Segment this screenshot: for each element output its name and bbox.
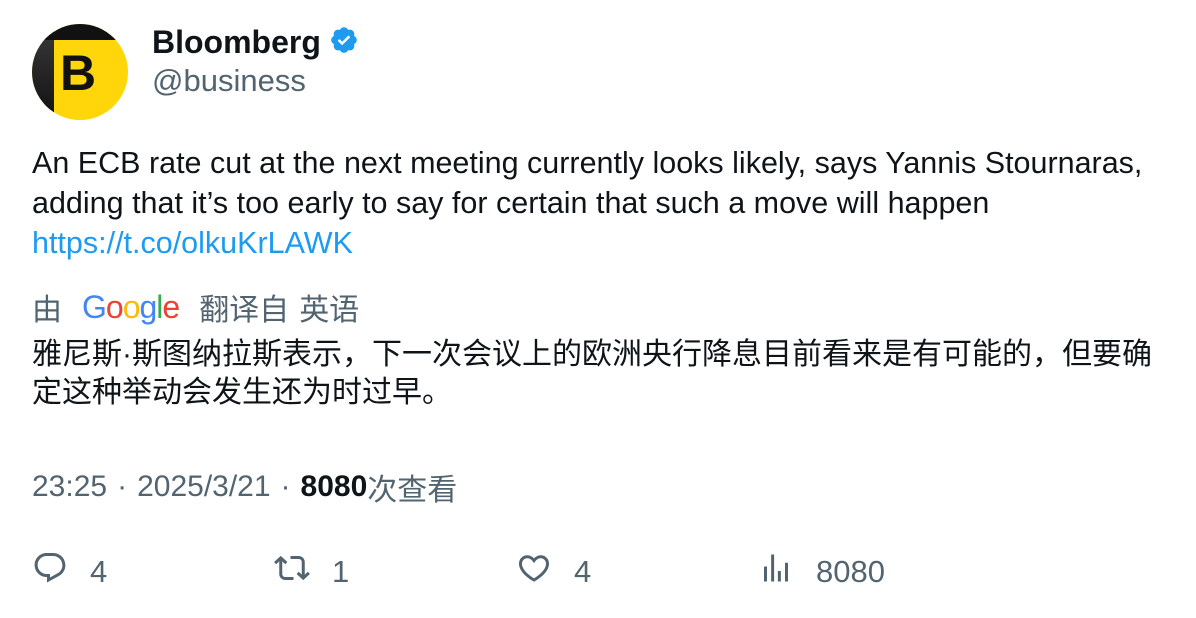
- reply-icon: [32, 550, 68, 594]
- translation-from-label: 翻译自: [199, 294, 290, 327]
- meta-separator: ·: [280, 470, 291, 503]
- analytics-icon: [758, 550, 794, 594]
- views-action-count: 8080: [816, 554, 885, 589]
- avatar-logo-letter: B: [60, 45, 97, 101]
- retweet-button[interactable]: 1: [274, 552, 349, 592]
- tweet-time[interactable]: 23:25: [32, 470, 107, 504]
- author-display-name[interactable]: Bloomberg: [152, 24, 321, 61]
- like-button[interactable]: 4: [516, 552, 591, 592]
- tweet-date[interactable]: 2025/3/21: [137, 470, 270, 504]
- google-logo: Google: [82, 288, 180, 325]
- views-label: 次查看: [367, 474, 458, 507]
- tweet-text: An ECB rate cut at the next meeting curr…: [32, 143, 1152, 263]
- reply-button[interactable]: 4: [32, 552, 107, 592]
- tweet-meta: 23:25 · 2025/3/21 · 8080 次查看: [32, 465, 457, 509]
- like-count: 4: [574, 554, 592, 589]
- author-avatar[interactable]: B: [32, 24, 128, 120]
- meta-separator: ·: [117, 470, 128, 503]
- translated-text: 雅尼斯·斯图纳拉斯表示，下一次会议上的欧洲央行降息目前看来是有可能的，但要确定这…: [32, 338, 1152, 409]
- heart-icon: [516, 550, 552, 594]
- action-bar: 4 1 4 8080: [32, 552, 1172, 592]
- tweet-body: An ECB rate cut at the next meeting curr…: [32, 146, 1143, 220]
- author-name-row: Bloomberg: [152, 22, 359, 62]
- retweet-icon: [274, 550, 310, 594]
- views-count: 8080: [300, 470, 368, 503]
- tweet-link[interactable]: https://t.co/olkuKrLAWK: [32, 226, 353, 260]
- translation-attribution[interactable]: 由 Google 翻译自 英语: [32, 287, 360, 328]
- reply-count: 4: [90, 554, 108, 589]
- avatar-shade-top: [32, 24, 128, 40]
- author-handle[interactable]: @business: [152, 63, 306, 99]
- translation-source-language: 英语: [299, 294, 360, 327]
- retweet-count: 1: [332, 554, 350, 589]
- translation-prefix: 由: [32, 294, 62, 327]
- views-button[interactable]: 8080: [758, 552, 885, 592]
- verified-badge-icon[interactable]: [329, 25, 359, 60]
